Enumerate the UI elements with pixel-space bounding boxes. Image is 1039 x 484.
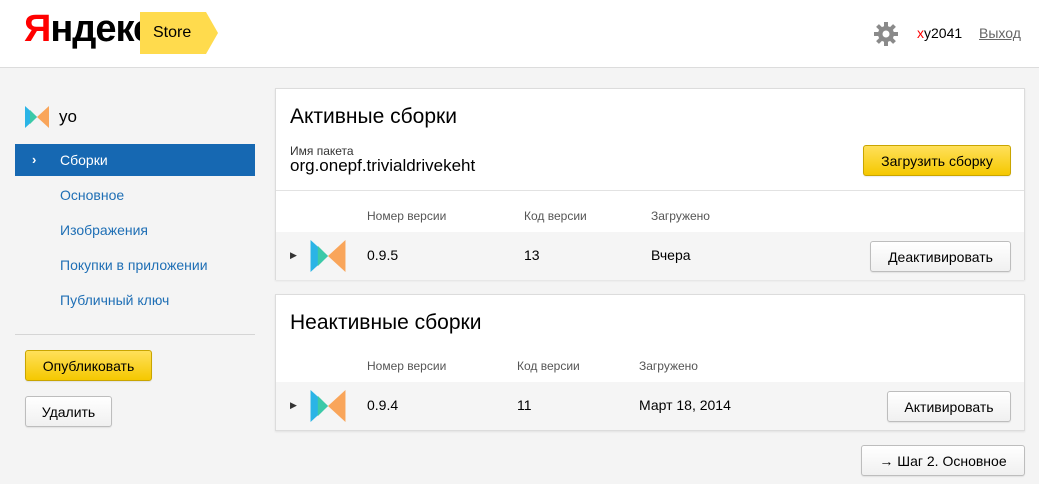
app-name: yo (59, 107, 77, 126)
sidebar-item-label: Покупки в приложении (60, 257, 208, 273)
logo-first-letter: Я (24, 8, 51, 50)
top-bar: Яндекс Store xy2041 Выход (0, 0, 1039, 68)
divider (276, 190, 1024, 191)
version-number: 0.9.4 (367, 397, 399, 413)
version-number: 0.9.5 (367, 247, 399, 263)
column-header: Номер версии (367, 359, 447, 373)
username[interactable]: xy2041 (917, 25, 962, 41)
inactive-builds-panel: Неактивные сборки Номер версии Код верси… (275, 294, 1025, 431)
column-header: Код версии (524, 209, 587, 223)
sidebar-item-label: Основное (60, 187, 125, 203)
yandex-logo[interactable]: Яндекс (24, 8, 154, 51)
expand-triangle-icon[interactable]: ▶ (290, 250, 297, 261)
app-bowtie-icon (310, 240, 346, 272)
next-step-button[interactable]: → Шаг 2. Основное (861, 445, 1025, 476)
delete-button[interactable]: Удалить (25, 396, 112, 427)
table-row: ▶ 0.9.5 13 Вчера Деактивировать (276, 232, 1024, 280)
sidebar-item-images[interactable]: Изображения (15, 214, 255, 249)
panel-title: Неактивные сборки (290, 311, 482, 334)
logo-rest: ндекс (50, 8, 154, 50)
version-code: 13 (524, 247, 540, 263)
package-name-value: org.onepf.trivialdrivekeht (290, 156, 476, 175)
sidebar-item-label: Изображения (60, 222, 148, 238)
logout-link[interactable]: Выход (979, 25, 1021, 41)
gear-icon[interactable] (873, 21, 899, 47)
table-row: ▶ 0.9.4 11 Март 18, 2014 Активировать (276, 382, 1024, 430)
column-header: Номер версии (367, 209, 447, 223)
panel-title: Активные сборки (290, 105, 457, 128)
username-rest: y2041 (924, 25, 963, 41)
app-bowtie-icon (310, 390, 346, 422)
username-first-letter: x (917, 25, 924, 41)
sidebar-item-label: Сборки (60, 152, 108, 168)
column-header: Загружено (639, 359, 698, 373)
sidebar-item-in-app-purchases[interactable]: Покупки в приложении (15, 249, 255, 284)
sidebar-item-label: Публичный ключ (60, 292, 170, 308)
version-code: 11 (517, 397, 532, 413)
activate-button[interactable]: Активировать (887, 391, 1011, 422)
store-label: Store (153, 24, 192, 41)
upload-build-button[interactable]: Загрузить сборку (863, 145, 1011, 176)
deactivate-button[interactable]: Деактивировать (870, 241, 1011, 272)
uploaded-date: Март 18, 2014 (639, 397, 731, 413)
sidebar-item-public-key[interactable]: Публичный ключ (15, 284, 255, 319)
app-bowtie-icon (25, 106, 49, 128)
uploaded-date: Вчера (651, 247, 691, 263)
sidebar-item-builds[interactable]: › Сборки (15, 144, 255, 176)
store-tag[interactable]: Store (140, 12, 218, 54)
sidebar-item-general[interactable]: Основное (15, 179, 255, 214)
sidebar-nav: › Сборки Основное Изображения Покупки в п… (15, 144, 255, 319)
column-header: Код версии (517, 359, 580, 373)
app-header: yo (25, 105, 77, 129)
publish-button[interactable]: Опубликовать (25, 350, 152, 381)
active-builds-panel: Активные сборки Имя пакета org.onepf.tri… (275, 88, 1025, 280)
sidebar-divider (15, 334, 255, 335)
expand-triangle-icon[interactable]: ▶ (290, 400, 297, 411)
column-header: Загружено (651, 209, 710, 223)
chevron-right-icon: › (32, 152, 37, 167)
